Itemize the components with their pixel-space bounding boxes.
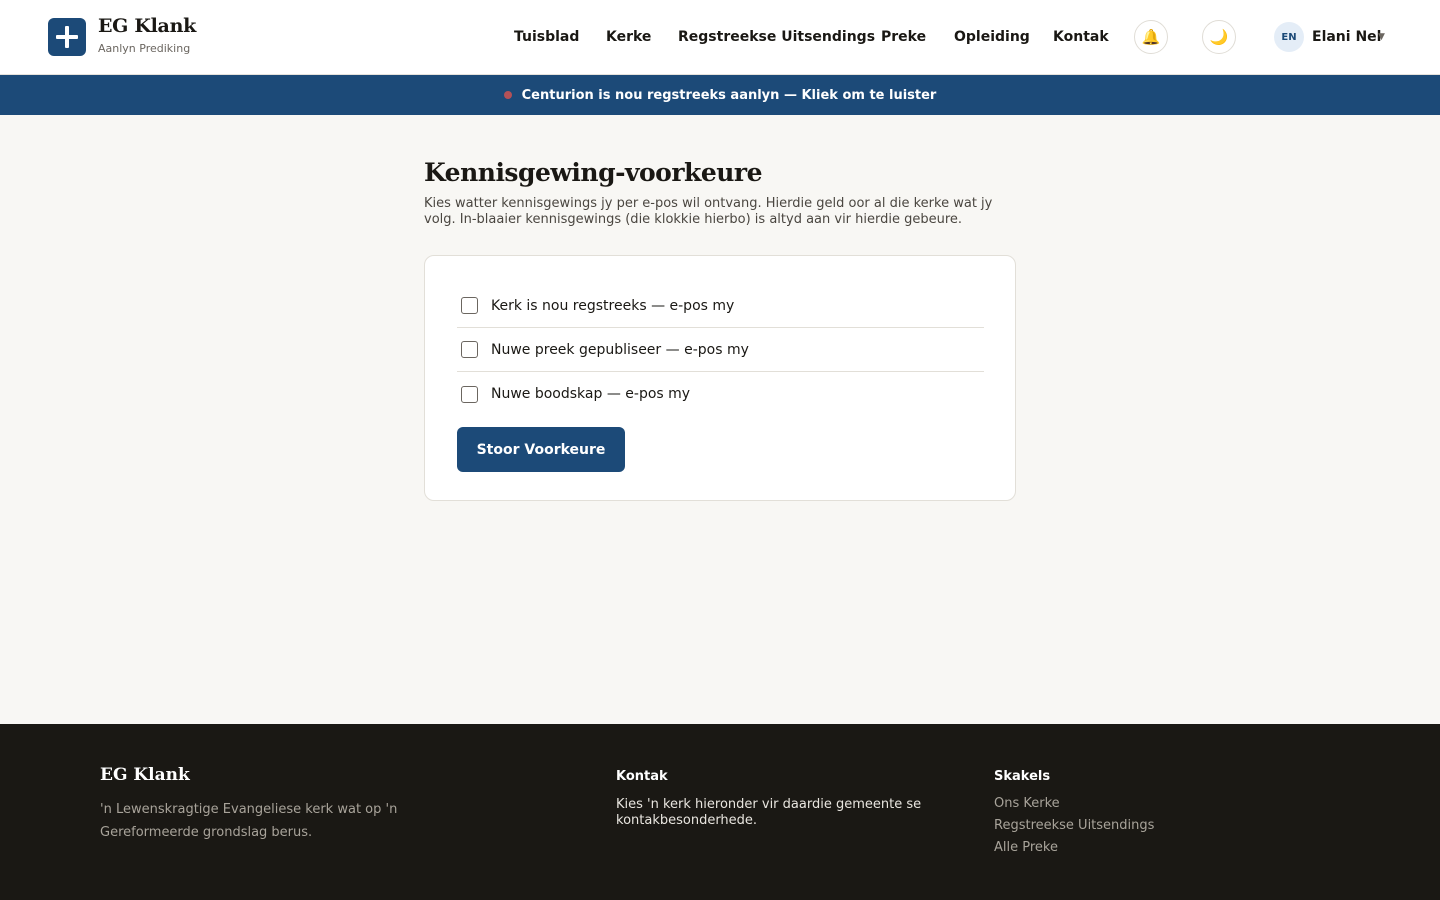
brand-subtitle: Aanlyn Prediking <box>98 42 191 55</box>
save-preferences-button[interactable]: Stoor Voorkeure <box>457 427 625 472</box>
preference-row-sermon[interactable]: Nuwe preek gepubliseer — e-pos my <box>457 328 984 372</box>
footer-contact-heading: Kontak <box>616 769 668 784</box>
bell-icon: 🔔 <box>1141 28 1161 46</box>
live-email-checkbox[interactable] <box>461 297 478 314</box>
live-banner-text[interactable]: Centurion is nou regstreeks aanlyn — Kli… <box>522 88 937 103</box>
nav-item-kerke[interactable]: Kerke <box>606 29 651 45</box>
preference-row-live[interactable]: Kerk is nou regstreeks — e-pos my <box>457 284 984 328</box>
preference-label[interactable]: Kerk is nou regstreeks — e-pos my <box>491 298 734 314</box>
footer-contact-text: Kies 'n kerk hieronder vir daardie gemee… <box>616 797 922 828</box>
nav-item-tuisblad[interactable]: Tuisblad <box>514 29 579 45</box>
preference-row-message[interactable]: Nuwe boodskap — e-pos my <box>457 372 984 416</box>
nav-item-regstreekse-uitsendings[interactable]: Regstreekse Uitsendings <box>678 29 875 45</box>
logo-cross-icon[interactable] <box>48 18 86 56</box>
message-email-checkbox[interactable] <box>461 385 478 403</box>
avatar[interactable]: EN <box>1274 22 1304 52</box>
site-footer: EG Klank 'n Lewenskragtige Evangeliese k… <box>0 724 1440 900</box>
brand-name[interactable]: EG Klank <box>98 15 196 37</box>
live-dot-icon <box>503 91 512 99</box>
moon-icon: 🌙 <box>1209 28 1229 46</box>
page-description: Kies watter kennisgewings jy per e-pos w… <box>424 196 993 227</box>
footer-links-heading: Skakels <box>994 769 1051 784</box>
sermon-email-checkbox[interactable] <box>461 341 478 358</box>
preference-label[interactable]: Nuwe boodskap — e-pos my <box>491 386 690 402</box>
footer-brand: EG Klank <box>100 765 190 785</box>
nav-item-preke[interactable]: Preke <box>881 29 926 45</box>
theme-toggle-button[interactable]: 🌙 <box>1202 20 1236 54</box>
chevron-down-icon[interactable]: ▼ <box>1378 32 1385 42</box>
preferences-card: Kerk is nou regstreeks — e-pos my Nuwe p… <box>424 255 1016 501</box>
preference-label[interactable]: Nuwe preek gepubliseer — e-pos my <box>491 342 749 358</box>
live-banner[interactable]: Centurion is nou regstreeks aanlyn — Kli… <box>0 75 1440 115</box>
footer-link-ons-kerke[interactable]: Ons Kerke <box>994 796 1060 811</box>
page-title: Kennisgewing-voorkeure <box>424 158 762 187</box>
nav-item-opleiding[interactable]: Opleiding <box>954 29 1030 45</box>
notifications-button[interactable]: 🔔 <box>1134 20 1168 54</box>
footer-tagline: 'n Lewenskragtige Evangeliese kerk wat o… <box>100 802 398 840</box>
footer-link-alle-preke[interactable]: Alle Preke <box>994 840 1058 855</box>
user-name[interactable]: Elani Nel <box>1312 29 1381 45</box>
footer-link-regstreekse-uitsendings[interactable]: Regstreekse Uitsendings <box>994 818 1154 833</box>
nav-item-kontak[interactable]: Kontak <box>1053 29 1109 45</box>
site-header: EG Klank Aanlyn Prediking Tuisblad Kerke… <box>0 0 1440 75</box>
